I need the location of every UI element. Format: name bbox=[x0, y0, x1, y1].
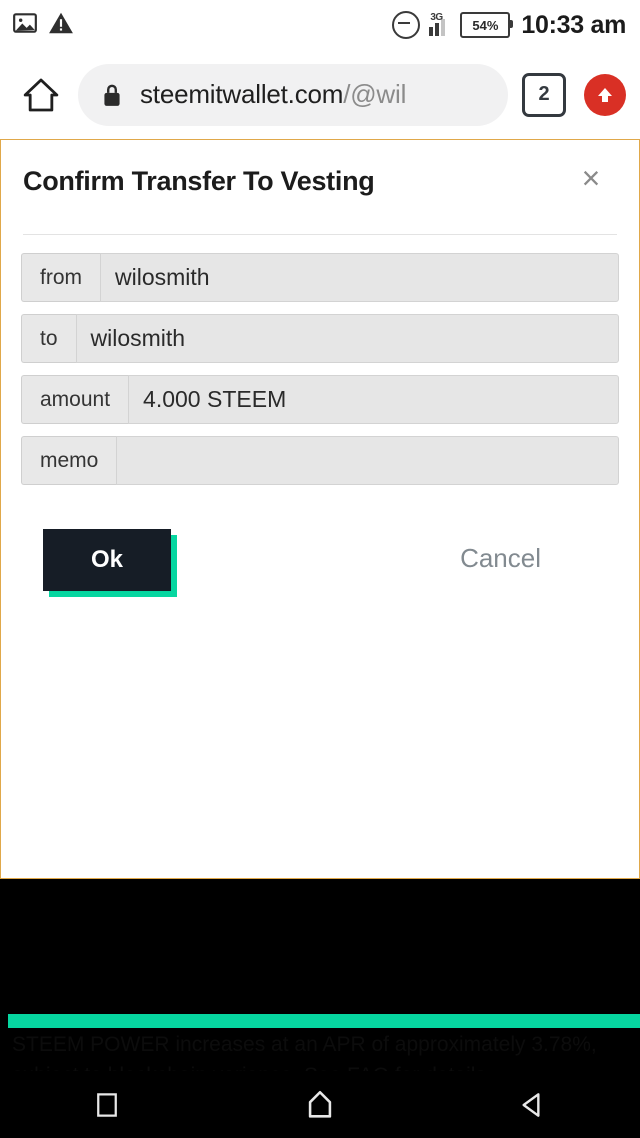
background-text-line: STEEM POWER increases at an APR of appro… bbox=[12, 1033, 597, 1056]
field-label-to: to bbox=[21, 314, 76, 363]
field-row-from: from wilosmith bbox=[21, 253, 619, 302]
url-text: steemitwallet.com/@wil bbox=[140, 79, 406, 110]
dialog-header: Confirm Transfer To Vesting × bbox=[1, 140, 639, 197]
image-icon bbox=[12, 10, 38, 41]
page-accent-bar bbox=[8, 1014, 640, 1028]
warning-icon bbox=[48, 10, 74, 41]
address-bar[interactable]: steemitwallet.com/@wil bbox=[78, 63, 508, 126]
to-input[interactable]: wilosmith bbox=[75, 314, 619, 363]
signal-3g-icon: 3G bbox=[429, 12, 451, 36]
network-type-label: 3G bbox=[430, 12, 443, 23]
page-title: Confirm Transfer To Vesting bbox=[23, 166, 375, 196]
upload-arrow-icon[interactable] bbox=[584, 73, 626, 116]
back-triangle-icon[interactable] bbox=[427, 1071, 640, 1138]
transfer-form: from wilosmith to wilosmith amount 4.000… bbox=[1, 235, 639, 619]
field-label-memo: memo bbox=[21, 436, 117, 485]
ok-button[interactable]: Ok bbox=[43, 529, 171, 591]
tab-switcher-button[interactable]: 2 bbox=[522, 72, 566, 117]
android-navigation-bar bbox=[0, 1071, 640, 1138]
background-text-line: subject to blockchain variance. See FAQ … bbox=[12, 1060, 492, 1071]
battery-percent-label: 54% bbox=[472, 17, 499, 33]
ok-button-wrapper: Ok bbox=[43, 529, 177, 597]
field-row-to: to wilosmith bbox=[21, 314, 619, 363]
dialog-actions: Ok Cancel bbox=[43, 529, 597, 619]
from-input[interactable]: wilosmith bbox=[100, 253, 619, 302]
field-label-amount: amount bbox=[21, 375, 129, 424]
field-label-from: from bbox=[21, 253, 100, 302]
close-icon[interactable]: × bbox=[571, 158, 611, 198]
url-path: /@wil bbox=[343, 79, 407, 109]
home-icon[interactable] bbox=[20, 74, 62, 116]
do-not-disturb-icon bbox=[392, 11, 421, 39]
field-row-amount: amount 4.000 STEEM bbox=[21, 375, 619, 424]
status-bar: 3G 54% 10:33 am bbox=[0, 0, 640, 50]
home-pentagon-icon[interactable] bbox=[213, 1071, 426, 1138]
square-recents-icon[interactable] bbox=[0, 1071, 213, 1138]
browser-toolbar: steemitwallet.com/@wil 2 bbox=[0, 50, 640, 139]
confirm-transfer-dialog: Confirm Transfer To Vesting × from wilos… bbox=[0, 139, 640, 879]
field-row-memo: memo bbox=[21, 436, 619, 485]
clock-label: 10:33 am bbox=[521, 10, 626, 39]
memo-input[interactable] bbox=[116, 436, 619, 485]
amount-input[interactable]: 4.000 STEEM bbox=[128, 375, 619, 424]
lock-icon bbox=[100, 82, 124, 108]
url-domain: steemitwallet.com bbox=[140, 79, 344, 109]
status-bar-right-icons: 3G 54% 10:33 am bbox=[392, 11, 626, 40]
battery-icon: 54% bbox=[460, 12, 514, 38]
status-bar-left-icons bbox=[12, 10, 74, 41]
cancel-button[interactable]: Cancel bbox=[460, 543, 541, 574]
